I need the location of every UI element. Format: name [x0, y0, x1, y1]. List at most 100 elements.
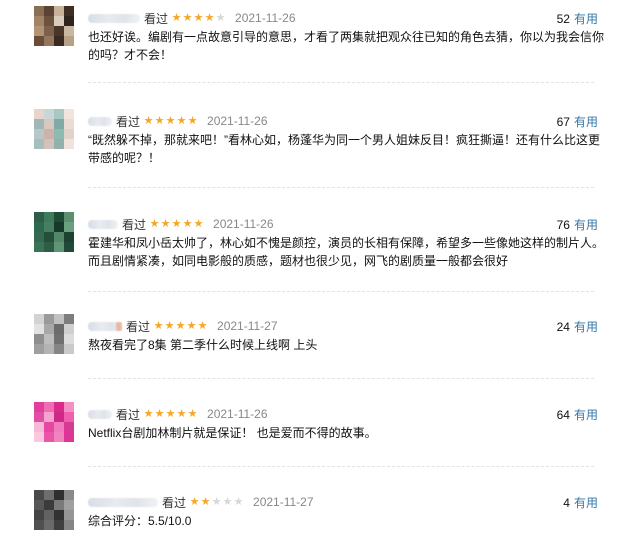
review-date: 2021-11-26: [207, 407, 268, 421]
avatar-pixel: [54, 314, 64, 324]
avatar-pixel: [54, 412, 64, 422]
status-label: 看过: [122, 217, 147, 232]
rating-stars: ★ ★ ★ ★ ★: [189, 495, 244, 508]
review-date: 2021-11-26: [207, 114, 268, 128]
username-blurred[interactable]: [88, 409, 112, 419]
avatar-pixel: [44, 344, 54, 354]
useful-button[interactable]: 有用: [574, 218, 598, 232]
vote-count: 64: [556, 408, 570, 422]
avatar-pixel: [54, 6, 64, 16]
avatar-pixel: [34, 314, 44, 324]
avatar[interactable]: [34, 490, 74, 530]
status-label: 看过: [116, 407, 141, 422]
avatar-pixel: [44, 6, 54, 16]
review-text: 也还好诶。编剧有一点故意引导的意思，才看了两集就把观众往已知的角色去猜，你以为我…: [88, 30, 605, 62]
avatar-pixel: [44, 334, 54, 344]
star-filled-icon: ★: [182, 11, 193, 24]
avatar-pixel: [64, 109, 74, 119]
avatar-pixel: [64, 402, 74, 412]
star-filled-icon: ★: [143, 114, 154, 127]
review-date: 2021-11-26: [213, 217, 274, 231]
avatar-pixel: [54, 129, 64, 139]
avatar[interactable]: [34, 314, 74, 354]
avatar-pixel: [34, 334, 44, 344]
avatar-pixel: [34, 402, 44, 412]
avatar-pixel: [44, 242, 54, 252]
username-blurred[interactable]: [88, 116, 112, 126]
avatar-pixel: [64, 36, 74, 46]
review-meta: 看过 ★ ★ ★ ★ ★ 2021-11-26: [88, 406, 268, 422]
avatar-pixel: [34, 520, 44, 530]
review-text: 霍建华和凤小岳太帅了，林心如不愧是颜控，演员的长相有保障，希望多一些像她这样的制…: [88, 236, 605, 268]
review-meta: 看过 ★ ★ ★ ★ ★ 2021-11-26: [88, 10, 296, 26]
avatar-pixel: [54, 510, 64, 520]
star-filled-icon: ★: [187, 114, 198, 127]
avatar-pixel: [54, 242, 64, 252]
avatar-pixel: [34, 510, 44, 520]
username-blurred[interactable]: [88, 321, 122, 331]
vote-count: 52: [556, 12, 570, 26]
status-label: 看过: [144, 11, 169, 26]
useful-button[interactable]: 有用: [574, 115, 598, 129]
star-filled-icon: ★: [154, 114, 165, 127]
avatar-pixel: [64, 212, 74, 222]
avatar-pixel: [64, 344, 74, 354]
avatar-pixel: [64, 119, 74, 129]
avatar-pixel: [44, 222, 54, 232]
avatar-pixel: [44, 129, 54, 139]
avatar-pixel: [54, 344, 64, 354]
review-meta: 看过 ★ ★ ★ ★ ★ 2021-11-26: [88, 113, 268, 129]
username-blurred[interactable]: [88, 497, 158, 507]
status-label: 看过: [116, 114, 141, 129]
avatar-pixel: [44, 432, 54, 442]
star-empty-icon: ★: [215, 11, 226, 24]
avatar-pixel: [64, 232, 74, 242]
avatar-pixel: [64, 139, 74, 149]
avatar-pixel: [34, 422, 44, 432]
avatar[interactable]: [34, 109, 74, 149]
avatar-pixel: [34, 222, 44, 232]
avatar-pixel: [64, 222, 74, 232]
username-blurred[interactable]: [88, 13, 140, 23]
rating-stars: ★ ★ ★ ★ ★: [149, 218, 204, 230]
rating-stars: ★ ★ ★ ★ ★: [143, 407, 198, 420]
avatar-pixel: [34, 242, 44, 252]
useful-button[interactable]: 有用: [574, 12, 598, 26]
avatar-pixel: [54, 119, 64, 129]
star-filled-icon: ★: [197, 319, 208, 332]
avatar-pixel: [34, 324, 44, 334]
useful-vote: 24 有用: [557, 318, 598, 335]
rating-stars: ★ ★ ★ ★ ★: [143, 114, 198, 127]
avatar-pixel: [54, 490, 64, 500]
avatar-pixel: [64, 490, 74, 500]
review-date: 2021-11-27: [253, 495, 314, 509]
avatar-pixel: [44, 36, 54, 46]
avatar-pixel: [64, 6, 74, 16]
avatar-pixel: [34, 212, 44, 222]
avatar-pixel: [44, 510, 54, 520]
avatar-pixel: [34, 412, 44, 422]
divider: [88, 187, 594, 188]
useful-button[interactable]: 有用: [574, 496, 598, 510]
review-date: 2021-11-26: [235, 11, 296, 25]
vote-count: 67: [556, 115, 570, 129]
avatar-pixel: [44, 402, 54, 412]
useful-vote: 64 有用: [557, 406, 598, 423]
avatar-pixel: [44, 139, 54, 149]
star-filled-icon: ★: [187, 407, 198, 420]
avatar-pixel: [54, 212, 64, 222]
vote-count: 76: [556, 218, 570, 232]
username-blurred[interactable]: [88, 219, 118, 229]
avatar[interactable]: [34, 402, 74, 442]
avatar-pixel: [64, 520, 74, 530]
star-empty-icon: ★: [222, 495, 233, 508]
avatar-pixel: [34, 119, 44, 129]
avatar-pixel: [34, 36, 44, 46]
star-filled-icon: ★: [165, 114, 176, 127]
avatar[interactable]: [34, 212, 74, 252]
avatar[interactable]: [34, 6, 74, 46]
useful-button[interactable]: 有用: [574, 408, 598, 422]
useful-button[interactable]: 有用: [574, 320, 598, 334]
status-label: 看过: [162, 495, 187, 510]
avatar-pixel: [64, 500, 74, 510]
